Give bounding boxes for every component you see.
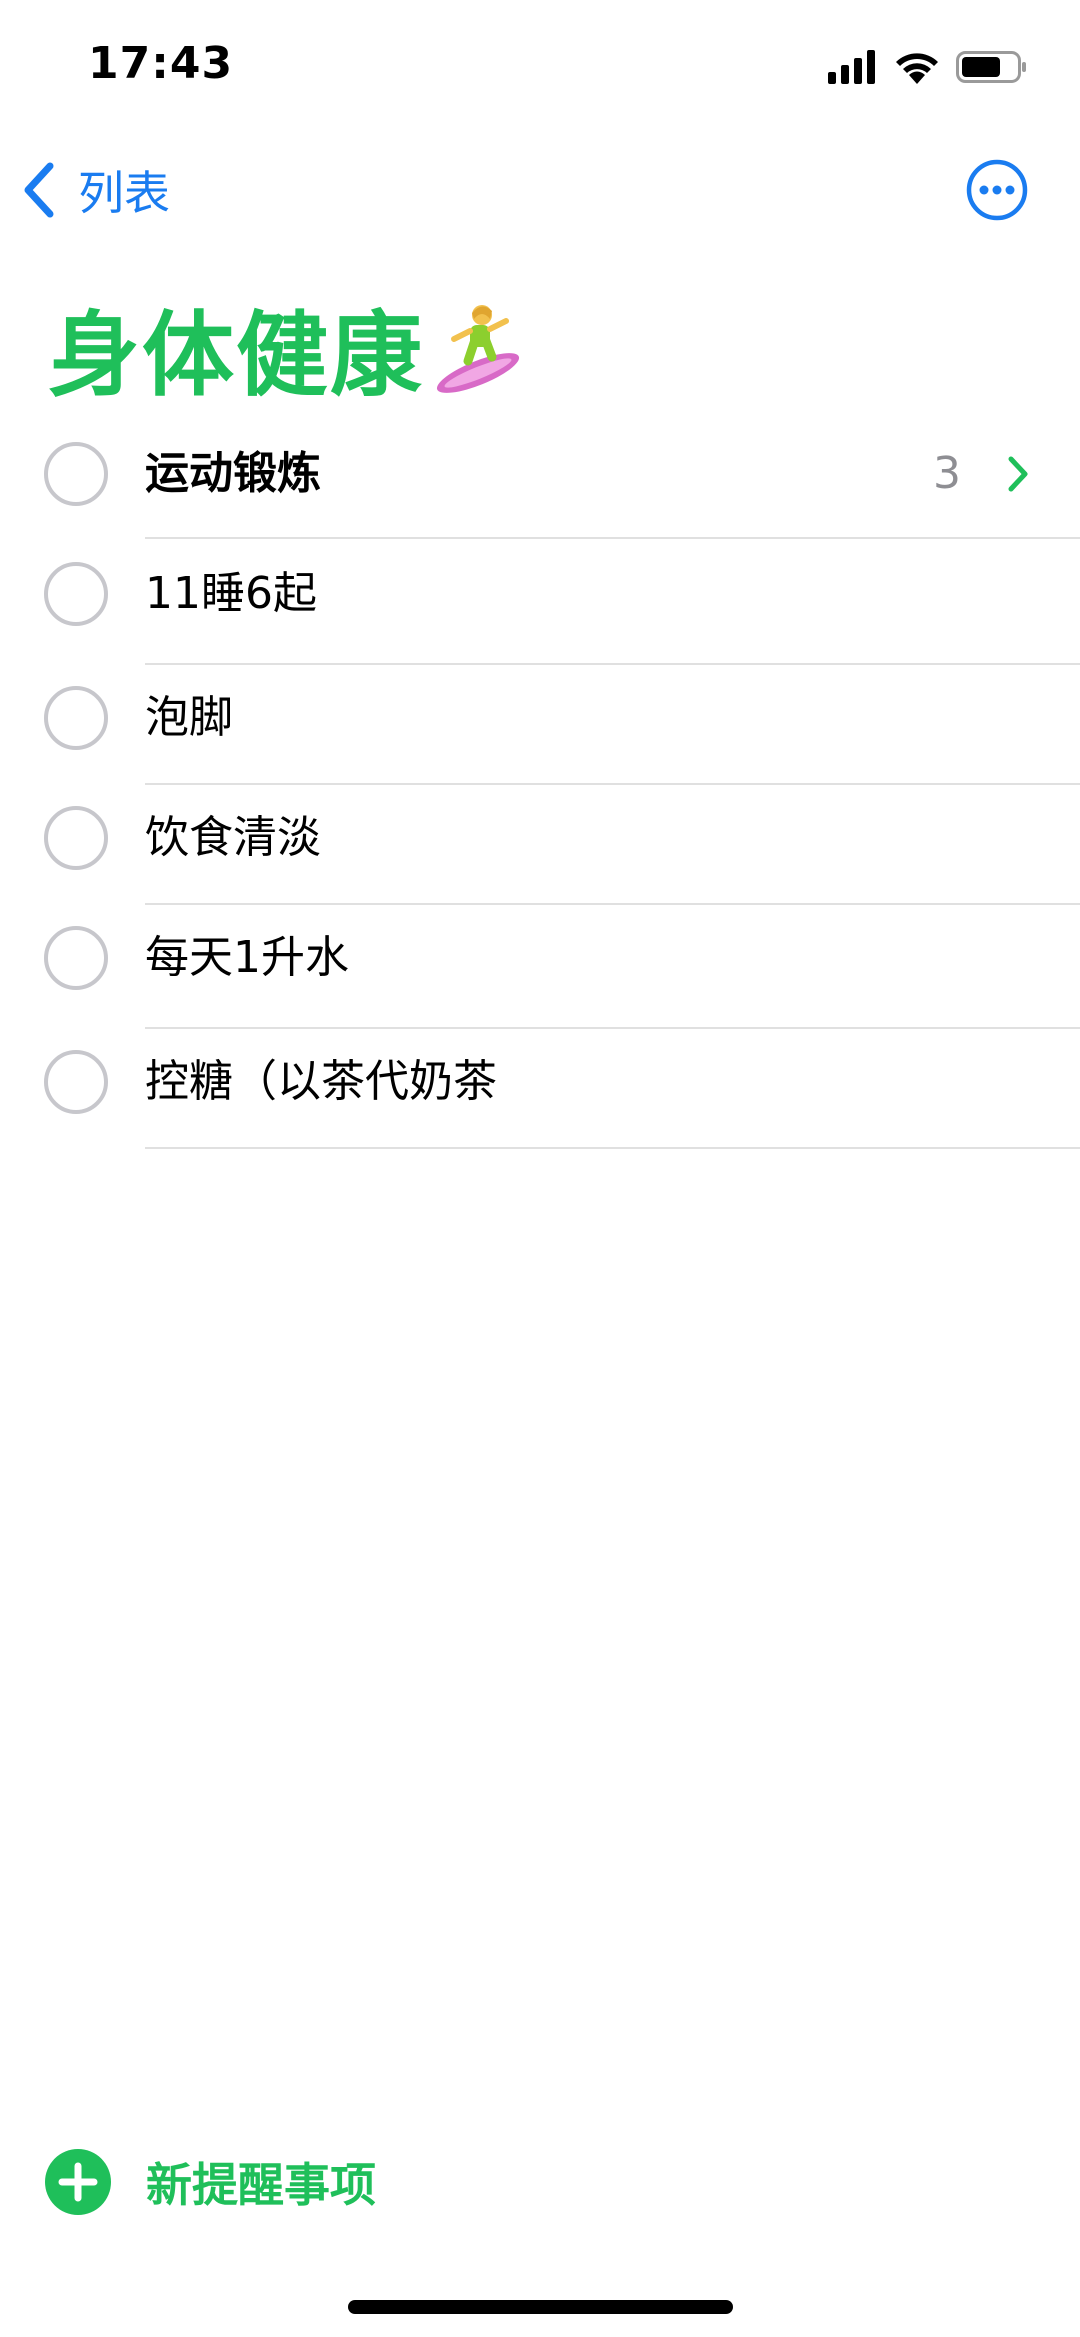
reminder-row[interactable]: 运动锻炼 3 — [0, 420, 1080, 540]
row-divider — [145, 663, 1080, 665]
battery-icon — [956, 51, 1026, 83]
completion-circle[interactable] — [44, 926, 108, 990]
status-bar: 17:43 — [0, 0, 1080, 140]
reminder-row[interactable]: 11睡6起 — [0, 542, 1080, 665]
ellipsis-circle-icon — [966, 159, 1028, 221]
row-divider — [145, 1027, 1080, 1029]
woman-surfing-icon — [436, 305, 520, 393]
row-divider — [145, 903, 1080, 905]
completion-circle[interactable] — [44, 806, 108, 870]
completion-circle[interactable] — [44, 686, 108, 750]
reminder-title: 运动锻炼 — [145, 448, 321, 499]
row-divider — [145, 1147, 1080, 1149]
reminder-title: 泡脚 — [145, 692, 233, 743]
reminder-title: 控糖（以茶代奶茶 — [145, 1056, 497, 1107]
reminder-title: 11睡6起 — [145, 568, 317, 619]
back-button[interactable]: 列表 — [22, 155, 170, 225]
completion-circle[interactable] — [44, 1050, 108, 1114]
back-label: 列表 — [78, 166, 170, 220]
home-indicator[interactable] — [348, 2300, 733, 2314]
chevron-left-icon — [24, 162, 54, 218]
subtask-count: 3 — [933, 448, 961, 499]
row-divider — [145, 783, 1080, 785]
wifi-icon — [896, 53, 938, 84]
reminder-row[interactable]: 饮食清淡 — [0, 786, 1080, 906]
reminder-row[interactable]: 每天1升水 — [0, 906, 1080, 1029]
reminder-row[interactable]: 泡脚 — [0, 666, 1080, 786]
page-title: 身体健康 — [48, 282, 526, 412]
reminder-row[interactable]: 控糖（以茶代奶茶 — [0, 1030, 1080, 1150]
completion-circle[interactable] — [44, 562, 108, 626]
status-time: 17:43 — [88, 38, 234, 89]
cellular-signal-icon — [828, 50, 875, 84]
reminder-title: 饮食清淡 — [145, 812, 321, 863]
list-title: 身体健康 — [48, 301, 425, 409]
plus-circle-icon — [45, 2149, 111, 2215]
chevron-right-icon[interactable] — [1004, 454, 1032, 494]
status-icons — [828, 50, 1028, 84]
new-reminder-button[interactable]: 新提醒事项 — [44, 2148, 376, 2216]
completion-circle[interactable] — [44, 442, 108, 506]
more-options-button[interactable] — [966, 159, 1028, 221]
reminder-title: 每天1升水 — [145, 932, 349, 983]
row-divider — [145, 537, 1080, 539]
new-reminder-label: 新提醒事项 — [146, 2158, 376, 2212]
